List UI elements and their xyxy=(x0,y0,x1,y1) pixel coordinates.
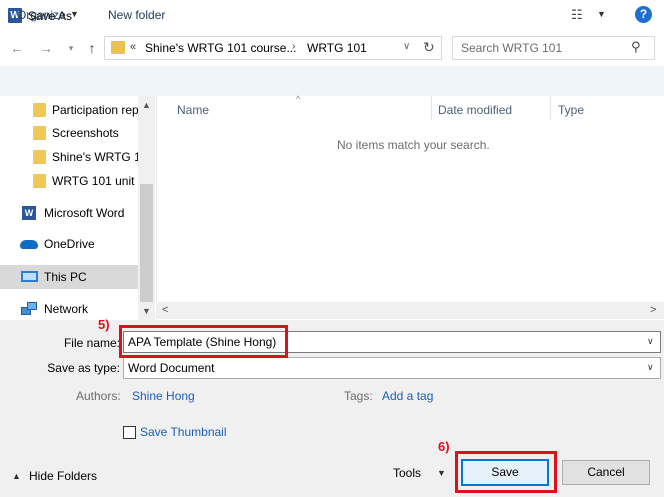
command-bar xyxy=(0,66,664,96)
sidebar-item-this-pc[interactable]: This PC xyxy=(0,265,138,289)
network-icon xyxy=(21,302,37,316)
navigation-pane: Participation rep Screenshots Shine's WR… xyxy=(0,96,155,320)
address-segment-wrtg101[interactable]: WRTG 101 xyxy=(307,41,367,55)
sidebar-item-label: Network xyxy=(44,302,89,316)
chevron-up-icon[interactable]: ▲ xyxy=(12,471,21,481)
chevron-down-icon[interactable]: ∨ xyxy=(403,41,410,52)
file-list[interactable]: Name Date modified Type xyxy=(156,96,664,320)
authors-label: Authors: xyxy=(76,389,121,403)
sidebar-item-label: Microsoft Word xyxy=(44,206,125,220)
annotation-highlight-file-name xyxy=(119,325,288,358)
chevron-down-icon[interactable]: ∨ xyxy=(647,336,654,347)
forward-arrow-icon[interactable]: → xyxy=(37,38,55,58)
search-input[interactable]: Search WRTG 101 ⚲ xyxy=(452,36,655,60)
back-arrow-icon[interactable]: ← xyxy=(8,38,26,58)
column-header-date[interactable]: Date modified xyxy=(438,103,512,117)
computer-icon xyxy=(21,271,38,282)
sidebar-item-participation[interactable]: Participation rep xyxy=(0,98,139,122)
save-as-type-value: Word Document xyxy=(128,361,215,375)
scroll-down-icon[interactable]: ▼ xyxy=(142,306,151,316)
sidebar-item-label: Shine's WRTG 10 xyxy=(52,150,140,164)
save-as-type-label: Save as type: xyxy=(47,361,120,375)
folder-icon xyxy=(33,150,46,164)
up-arrow-icon[interactable]: ↑ xyxy=(83,38,101,58)
search-icon[interactable]: ⚲ xyxy=(631,39,641,55)
empty-state-message: No items match your search. xyxy=(337,138,490,152)
address-segment-course[interactable]: Shine's WRTG 101 course... xyxy=(145,41,296,55)
scroll-left-icon[interactable]: < xyxy=(162,304,168,316)
new-folder-button[interactable]: New folder xyxy=(108,8,165,22)
sidebar-item-label: Participation rep xyxy=(52,103,139,117)
add-tag-link[interactable]: Add a tag xyxy=(382,389,433,403)
sidebar-item-label: Screenshots xyxy=(52,126,119,140)
address-bar[interactable]: « Shine's WRTG 101 course... › WRTG 101 … xyxy=(104,36,442,60)
folder-icon xyxy=(33,126,46,140)
search-placeholder: Search WRTG 101 xyxy=(461,41,563,55)
chevron-down-icon[interactable]: ▼ xyxy=(70,9,79,19)
recent-locations-chevron-icon[interactable]: ▾ xyxy=(62,38,80,58)
cancel-button[interactable]: Cancel xyxy=(562,460,650,485)
sidebar-item-screenshots[interactable]: Screenshots xyxy=(0,121,138,145)
save-thumbnail-checkbox[interactable] xyxy=(123,426,136,439)
file-name-label: File name: xyxy=(63,336,120,350)
organize-button[interactable]: Organize xyxy=(17,8,66,22)
hide-folders-button[interactable]: Hide Folders xyxy=(29,469,97,483)
sidebar-item-onedrive[interactable]: OneDrive xyxy=(0,232,138,256)
save-as-type-select[interactable]: Word Document ∨ xyxy=(123,357,661,379)
folder-icon xyxy=(111,41,125,54)
help-icon[interactable]: ? xyxy=(635,6,652,23)
chevron-down-icon[interactable]: ▼ xyxy=(597,9,606,19)
column-divider[interactable] xyxy=(431,96,432,120)
tags-label: Tags: xyxy=(344,389,373,403)
scrollbar-thumb[interactable] xyxy=(140,184,153,302)
sidebar-item-network[interactable]: Network xyxy=(0,297,138,321)
folder-icon xyxy=(33,174,46,188)
chevron-down-icon[interactable]: ∨ xyxy=(647,362,654,373)
tools-button[interactable]: Tools xyxy=(393,466,421,480)
word-icon: W xyxy=(22,206,36,220)
address-overflow[interactable]: « xyxy=(130,41,136,53)
sidebar-item-label: This PC xyxy=(44,270,87,284)
annotation-step-5: 5) xyxy=(98,317,110,332)
sidebar-item-label: WRTG 101 unit p xyxy=(52,174,140,188)
scroll-up-icon[interactable]: ▲ xyxy=(142,100,151,110)
title-bar xyxy=(0,0,664,32)
sidebar-item-shines-wrtg[interactable]: Shine's WRTG 10 xyxy=(0,145,140,169)
folder-icon xyxy=(33,103,46,117)
annotation-highlight-save xyxy=(455,451,557,493)
cloud-icon xyxy=(20,240,38,249)
sidebar-item-label: OneDrive xyxy=(44,237,95,251)
annotation-step-6: 6) xyxy=(438,439,450,454)
refresh-icon[interactable]: ↻ xyxy=(423,39,435,56)
save-thumbnail-label[interactable]: Save Thumbnail xyxy=(140,425,227,439)
chevron-right-icon[interactable]: › xyxy=(292,41,295,52)
view-options-icon[interactable]: ☷ xyxy=(571,7,583,23)
column-divider[interactable] xyxy=(550,96,551,120)
sidebar-item-microsoft-word[interactable]: W Microsoft Word xyxy=(0,201,138,225)
scroll-right-icon[interactable]: > xyxy=(650,304,656,316)
chevron-down-icon[interactable]: ▼ xyxy=(437,468,446,478)
column-header-name[interactable]: Name xyxy=(177,103,209,117)
horizontal-scrollbar[interactable] xyxy=(156,302,664,319)
authors-value[interactable]: Shine Hong xyxy=(132,389,195,403)
column-header-type[interactable]: Type xyxy=(558,103,584,117)
sidebar-item-wrtg-unit[interactable]: WRTG 101 unit p xyxy=(0,169,140,193)
sort-ascending-icon: ^ xyxy=(296,94,301,104)
